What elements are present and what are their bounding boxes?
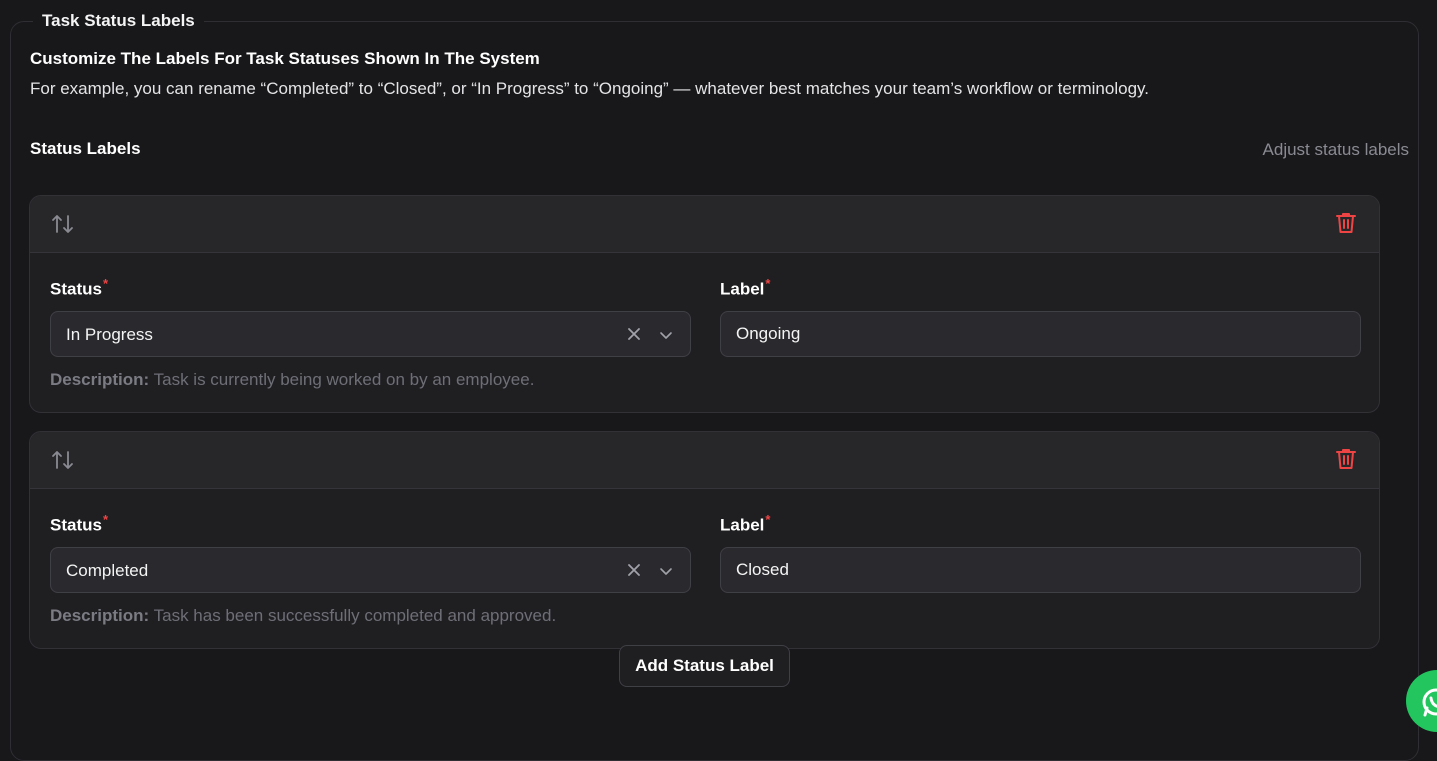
intro-text: For example, you can rename “Completed” … [30, 79, 1149, 98]
card-header [30, 432, 1379, 489]
close-icon[interactable] [626, 562, 642, 578]
label-input[interactable] [720, 311, 1361, 357]
required-mark: * [102, 512, 109, 527]
required-mark: * [102, 276, 109, 291]
close-icon[interactable] [626, 326, 642, 342]
section-legend: Task Status Labels [33, 10, 204, 32]
status-label-card: Status* Label* Completed Description: Ta… [29, 431, 1380, 649]
chevron-down-icon [660, 332, 672, 339]
label-field-label: Label* [720, 276, 771, 299]
sort-arrows-icon[interactable] [50, 448, 76, 472]
status-description: Description: Task has been successfully … [50, 606, 557, 625]
sort-arrows-icon[interactable] [50, 212, 76, 236]
trash-icon[interactable] [1335, 211, 1357, 235]
label-field-label: Label* [720, 512, 771, 535]
card-header [30, 196, 1379, 253]
intro-title: Customize The Labels For Task Statuses S… [30, 49, 540, 68]
status-select-value: In Progress [66, 325, 153, 344]
status-select[interactable]: In Progress [50, 311, 691, 357]
status-label-card: Status* Label* In Progress Description: … [29, 195, 1380, 413]
status-labels-hint: Adjust status labels [1262, 140, 1409, 159]
status-labels-title: Status Labels [30, 139, 141, 158]
required-mark: * [765, 512, 771, 527]
status-field-label: Status* [50, 276, 109, 299]
whatsapp-icon [1422, 688, 1437, 717]
status-select-value: Completed [66, 561, 149, 580]
status-field-label: Status* [50, 512, 109, 535]
label-input[interactable] [720, 547, 1361, 593]
status-description: Description: Task is currently being wor… [50, 370, 535, 389]
required-mark: * [765, 276, 771, 291]
trash-icon[interactable] [1335, 447, 1357, 471]
chevron-down-icon [660, 568, 672, 575]
status-select[interactable]: Completed [50, 547, 691, 593]
add-status-label-button[interactable]: Add Status Label [619, 645, 790, 687]
